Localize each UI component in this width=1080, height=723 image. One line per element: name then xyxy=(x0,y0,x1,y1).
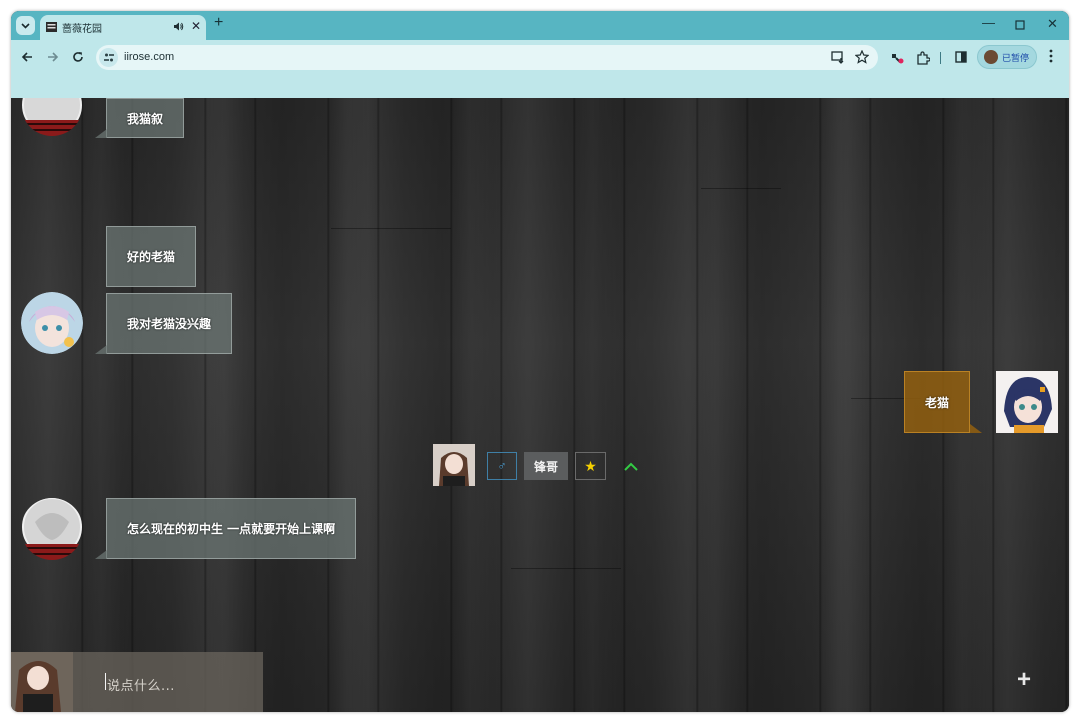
close-tab-icon[interactable]: ✕ xyxy=(191,19,201,33)
favorite-button[interactable]: ★ xyxy=(575,452,606,480)
install-app-icon[interactable] xyxy=(831,50,845,64)
bookmark-star-icon[interactable] xyxy=(855,50,869,64)
chat-message-bubble[interactable]: 我对老猫没兴趣 xyxy=(95,293,233,354)
side-panel-icon[interactable] xyxy=(955,51,967,63)
tab-active[interactable]: 蔷薇花园 ✕ xyxy=(40,15,206,40)
chat-area[interactable]: 我猫叙 好的老猫 我对老猫没兴趣 老猫 ♂ 锋哥 ★ 怎么现在的初中生 一点就要… xyxy=(11,98,1069,712)
chevron-up-icon xyxy=(624,462,638,471)
profile-status-label: 已暂停 xyxy=(1002,54,1030,64)
browser-toolbar: iirose.com 已暂停 xyxy=(11,40,1069,98)
site-favicon-icon xyxy=(46,22,57,32)
star-icon: ★ xyxy=(584,457,597,474)
avatar xyxy=(984,50,998,64)
text-caret xyxy=(105,673,106,690)
message-input[interactable]: 说点什么... xyxy=(107,675,175,694)
address-bar[interactable]: iirose.com xyxy=(96,45,878,70)
snow-globe-image xyxy=(22,98,82,136)
message-text: 老猫 xyxy=(925,395,950,410)
username-text: 锋哥 xyxy=(533,459,558,474)
forward-button[interactable] xyxy=(45,49,61,65)
wood-seam xyxy=(511,568,621,569)
tab-search-button[interactable] xyxy=(16,16,35,35)
user-avatar-image xyxy=(433,444,475,486)
wood-seam xyxy=(331,228,451,229)
chat-message-bubble[interactable]: 怎么现在的初中生 一点就要开始上课啊 xyxy=(95,498,357,559)
more-menu-icon[interactable] xyxy=(1049,49,1053,63)
chat-message-bubble[interactable]: 好的老猫 xyxy=(106,226,197,287)
close-window-button[interactable]: ✕ xyxy=(1047,16,1058,32)
arrow-right-icon xyxy=(48,52,59,62)
speaker-icon[interactable] xyxy=(173,21,184,32)
message-text: 好的老猫 xyxy=(127,250,176,264)
username-badge[interactable]: 锋哥 xyxy=(524,452,568,480)
my-avatar[interactable] xyxy=(11,652,73,712)
message-text: 我对老猫没兴趣 xyxy=(127,317,212,331)
chat-message-bubble-own[interactable]: 老猫 xyxy=(904,371,983,433)
reload-button[interactable] xyxy=(70,49,86,65)
chevron-down-icon xyxy=(21,22,30,29)
arrow-left-icon xyxy=(21,52,32,62)
anime-boy-image xyxy=(21,292,83,354)
new-tab-button[interactable]: + xyxy=(214,14,223,32)
anime-girl-avatar[interactable] xyxy=(996,371,1058,433)
user-avatar[interactable] xyxy=(433,444,475,486)
expand-up-button[interactable] xyxy=(621,452,641,480)
message-text: 我猫叙 xyxy=(127,111,164,126)
snow-globe-avatar[interactable] xyxy=(21,98,83,136)
extensions-icon[interactable] xyxy=(916,51,930,65)
message-composer[interactable]: 说点什么... xyxy=(11,652,263,712)
male-icon: ♂ xyxy=(497,459,507,473)
my-avatar-image xyxy=(11,652,73,712)
tab-title: 蔷薇花园 xyxy=(62,24,102,35)
profile-button[interactable]: 已暂停 xyxy=(977,45,1037,69)
tab-strip: 蔷薇花园 ✕ + — ✕ xyxy=(11,11,1069,40)
wood-seam xyxy=(701,188,781,189)
message-text: 怎么现在的初中生 一点就要开始上课啊 xyxy=(127,522,336,536)
maximize-button[interactable] xyxy=(1015,20,1025,30)
toolbar-separator xyxy=(940,52,941,64)
site-info-icon[interactable] xyxy=(99,48,118,67)
browser-window: 蔷薇花园 ✕ + — ✕ iirose.com 已暂停 我猫叙 好的老猫 我对老… xyxy=(11,11,1069,712)
chat-message-bubble[interactable]: 我猫叙 xyxy=(95,98,185,138)
reload-icon xyxy=(73,52,83,62)
extension-puzzle-alert-icon[interactable] xyxy=(890,51,904,65)
anime-girl-image xyxy=(996,371,1058,433)
minimize-button[interactable]: — xyxy=(982,15,995,30)
snow-globe-image xyxy=(22,498,82,560)
add-button[interactable]: + xyxy=(1017,666,1031,694)
back-button[interactable] xyxy=(19,49,35,65)
snow-globe-avatar[interactable] xyxy=(21,498,83,560)
anime-boy-avatar[interactable] xyxy=(21,292,83,354)
url-text: iirose.com xyxy=(124,51,175,63)
gender-badge[interactable]: ♂ xyxy=(487,452,517,480)
